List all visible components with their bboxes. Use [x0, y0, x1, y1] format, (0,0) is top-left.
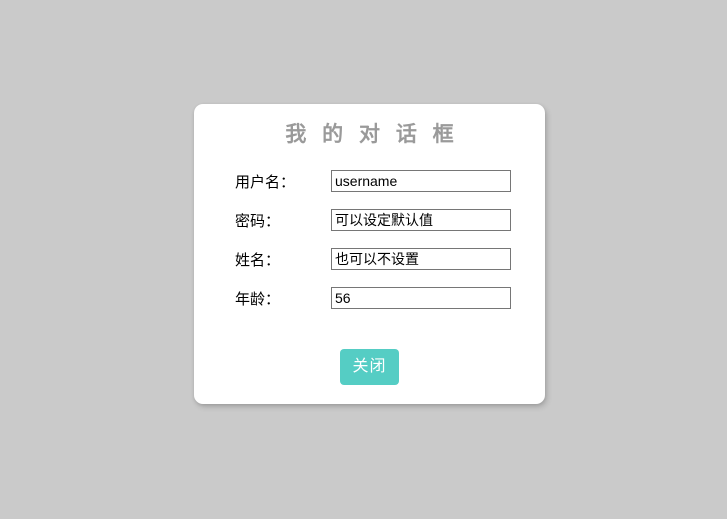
label-fullname: 姓名： [235, 252, 281, 269]
input-password[interactable] [331, 209, 511, 231]
dialog-form: 用户名： 密码： 姓名： 年龄： [194, 170, 545, 326]
dialog-footer: 关闭 [194, 349, 545, 385]
close-button[interactable]: 关闭 [340, 349, 399, 385]
form-row-password: 密码： [194, 209, 545, 248]
label-username: 用户名： [235, 174, 296, 191]
input-age[interactable] [331, 287, 511, 309]
form-row-username: 用户名： [194, 170, 545, 209]
form-row-fullname: 姓名： [194, 248, 545, 287]
dialog-window: 我 的 对 话 框 用户名： 密码： 姓名： 年龄： 关闭 [194, 104, 545, 404]
dialog-title: 我 的 对 话 框 [285, 123, 459, 146]
input-fullname[interactable] [331, 248, 511, 270]
label-password: 密码： [235, 213, 281, 230]
label-age: 年龄： [235, 291, 281, 308]
form-row-age: 年龄： [194, 287, 545, 326]
input-username[interactable] [331, 170, 511, 192]
